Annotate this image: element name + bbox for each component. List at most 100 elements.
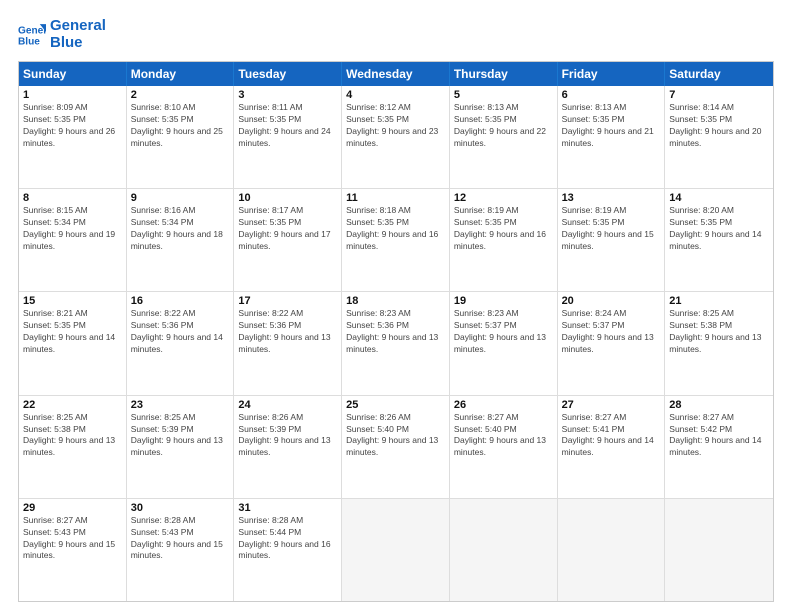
calendar-cell: 7 Sunrise: 8:14 AM Sunset: 5:35 PM Dayli… xyxy=(665,86,773,188)
sunset-label: Sunset: 5:35 PM xyxy=(669,114,732,124)
day-info: Sunrise: 8:28 AM Sunset: 5:44 PM Dayligh… xyxy=(238,515,337,563)
daylight-label: Daylight: 9 hours and 14 minutes. xyxy=(669,435,761,457)
sunset-label: Sunset: 5:35 PM xyxy=(454,114,517,124)
day-info: Sunrise: 8:26 AM Sunset: 5:39 PM Dayligh… xyxy=(238,412,337,460)
sunrise-label: Sunrise: 8:23 AM xyxy=(454,308,519,318)
sunrise-label: Sunrise: 8:21 AM xyxy=(23,308,88,318)
day-info: Sunrise: 8:28 AM Sunset: 5:43 PM Dayligh… xyxy=(131,515,230,563)
daylight-label: Daylight: 9 hours and 16 minutes. xyxy=(346,229,438,251)
page-header: General Blue GeneralBlue xyxy=(18,18,774,51)
daylight-label: Daylight: 9 hours and 13 minutes. xyxy=(346,435,438,457)
sunrise-label: Sunrise: 8:09 AM xyxy=(23,102,88,112)
calendar-cell xyxy=(342,499,450,601)
sunrise-label: Sunrise: 8:12 AM xyxy=(346,102,411,112)
calendar-cell: 25 Sunrise: 8:26 AM Sunset: 5:40 PM Dayl… xyxy=(342,396,450,498)
calendar-cell: 15 Sunrise: 8:21 AM Sunset: 5:35 PM Dayl… xyxy=(19,292,127,394)
sunrise-label: Sunrise: 8:10 AM xyxy=(131,102,196,112)
sunrise-label: Sunrise: 8:26 AM xyxy=(346,412,411,422)
daylight-label: Daylight: 9 hours and 13 minutes. xyxy=(669,332,761,354)
calendar-row: 29 Sunrise: 8:27 AM Sunset: 5:43 PM Dayl… xyxy=(19,498,773,601)
sunset-label: Sunset: 5:39 PM xyxy=(238,424,301,434)
calendar-cell: 18 Sunrise: 8:23 AM Sunset: 5:36 PM Dayl… xyxy=(342,292,450,394)
cal-header-day: Saturday xyxy=(665,62,773,86)
daylight-label: Daylight: 9 hours and 15 minutes. xyxy=(131,539,223,561)
daylight-label: Daylight: 9 hours and 14 minutes. xyxy=(23,332,115,354)
sunrise-label: Sunrise: 8:25 AM xyxy=(131,412,196,422)
day-number: 30 xyxy=(131,502,230,514)
calendar-body: 1 Sunrise: 8:09 AM Sunset: 5:35 PM Dayli… xyxy=(19,86,773,601)
day-number: 19 xyxy=(454,295,553,307)
sunset-label: Sunset: 5:35 PM xyxy=(562,114,625,124)
sunset-label: Sunset: 5:43 PM xyxy=(131,527,194,537)
day-number: 27 xyxy=(562,399,661,411)
cal-header-day: Wednesday xyxy=(342,62,450,86)
calendar-cell: 28 Sunrise: 8:27 AM Sunset: 5:42 PM Dayl… xyxy=(665,396,773,498)
daylight-label: Daylight: 9 hours and 13 minutes. xyxy=(454,332,546,354)
logo-icon: General Blue xyxy=(18,21,46,49)
cal-header-day: Tuesday xyxy=(234,62,342,86)
daylight-label: Daylight: 9 hours and 15 minutes. xyxy=(23,539,115,561)
day-number: 14 xyxy=(669,192,769,204)
day-info: Sunrise: 8:22 AM Sunset: 5:36 PM Dayligh… xyxy=(238,308,337,356)
daylight-label: Daylight: 9 hours and 18 minutes. xyxy=(131,229,223,251)
calendar-cell: 24 Sunrise: 8:26 AM Sunset: 5:39 PM Dayl… xyxy=(234,396,342,498)
sunrise-label: Sunrise: 8:20 AM xyxy=(669,205,734,215)
calendar-cell: 13 Sunrise: 8:19 AM Sunset: 5:35 PM Dayl… xyxy=(558,189,666,291)
calendar-cell: 26 Sunrise: 8:27 AM Sunset: 5:40 PM Dayl… xyxy=(450,396,558,498)
daylight-label: Daylight: 9 hours and 21 minutes. xyxy=(562,126,654,148)
calendar-cell: 12 Sunrise: 8:19 AM Sunset: 5:35 PM Dayl… xyxy=(450,189,558,291)
calendar-cell: 4 Sunrise: 8:12 AM Sunset: 5:35 PM Dayli… xyxy=(342,86,450,188)
day-number: 21 xyxy=(669,295,769,307)
day-number: 11 xyxy=(346,192,445,204)
daylight-label: Daylight: 9 hours and 26 minutes. xyxy=(23,126,115,148)
sunrise-label: Sunrise: 8:28 AM xyxy=(238,515,303,525)
sunrise-label: Sunrise: 8:26 AM xyxy=(238,412,303,422)
day-number: 6 xyxy=(562,89,661,101)
daylight-label: Daylight: 9 hours and 13 minutes. xyxy=(131,435,223,457)
calendar-cell: 23 Sunrise: 8:25 AM Sunset: 5:39 PM Dayl… xyxy=(127,396,235,498)
sunrise-label: Sunrise: 8:27 AM xyxy=(23,515,88,525)
svg-text:Blue: Blue xyxy=(18,36,40,47)
day-info: Sunrise: 8:25 AM Sunset: 5:38 PM Dayligh… xyxy=(23,412,122,460)
sunset-label: Sunset: 5:35 PM xyxy=(454,217,517,227)
sunrise-label: Sunrise: 8:22 AM xyxy=(238,308,303,318)
calendar-cell: 20 Sunrise: 8:24 AM Sunset: 5:37 PM Dayl… xyxy=(558,292,666,394)
day-number: 7 xyxy=(669,89,769,101)
calendar-cell xyxy=(450,499,558,601)
day-number: 28 xyxy=(669,399,769,411)
day-number: 16 xyxy=(131,295,230,307)
daylight-label: Daylight: 9 hours and 25 minutes. xyxy=(131,126,223,148)
day-number: 8 xyxy=(23,192,122,204)
day-number: 3 xyxy=(238,89,337,101)
daylight-label: Daylight: 9 hours and 14 minutes. xyxy=(131,332,223,354)
daylight-label: Daylight: 9 hours and 13 minutes. xyxy=(346,332,438,354)
sunset-label: Sunset: 5:34 PM xyxy=(23,217,86,227)
daylight-label: Daylight: 9 hours and 13 minutes. xyxy=(238,332,330,354)
day-info: Sunrise: 8:25 AM Sunset: 5:39 PM Dayligh… xyxy=(131,412,230,460)
sunrise-label: Sunrise: 8:28 AM xyxy=(131,515,196,525)
calendar-cell: 31 Sunrise: 8:28 AM Sunset: 5:44 PM Dayl… xyxy=(234,499,342,601)
calendar: SundayMondayTuesdayWednesdayThursdayFrid… xyxy=(18,61,774,602)
day-info: Sunrise: 8:20 AM Sunset: 5:35 PM Dayligh… xyxy=(669,205,769,253)
calendar-cell: 16 Sunrise: 8:22 AM Sunset: 5:36 PM Dayl… xyxy=(127,292,235,394)
sunset-label: Sunset: 5:40 PM xyxy=(346,424,409,434)
sunset-label: Sunset: 5:42 PM xyxy=(669,424,732,434)
daylight-label: Daylight: 9 hours and 13 minutes. xyxy=(238,435,330,457)
sunrise-label: Sunrise: 8:17 AM xyxy=(238,205,303,215)
sunset-label: Sunset: 5:39 PM xyxy=(131,424,194,434)
day-info: Sunrise: 8:19 AM Sunset: 5:35 PM Dayligh… xyxy=(562,205,661,253)
sunset-label: Sunset: 5:37 PM xyxy=(562,320,625,330)
sunset-label: Sunset: 5:35 PM xyxy=(131,114,194,124)
svg-text:General: General xyxy=(18,25,46,36)
daylight-label: Daylight: 9 hours and 13 minutes. xyxy=(454,435,546,457)
day-number: 2 xyxy=(131,89,230,101)
calendar-cell xyxy=(558,499,666,601)
daylight-label: Daylight: 9 hours and 19 minutes. xyxy=(23,229,115,251)
day-info: Sunrise: 8:18 AM Sunset: 5:35 PM Dayligh… xyxy=(346,205,445,253)
day-info: Sunrise: 8:27 AM Sunset: 5:41 PM Dayligh… xyxy=(562,412,661,460)
day-number: 10 xyxy=(238,192,337,204)
daylight-label: Daylight: 9 hours and 16 minutes. xyxy=(238,539,330,561)
day-number: 22 xyxy=(23,399,122,411)
cal-header-day: Friday xyxy=(558,62,666,86)
day-info: Sunrise: 8:23 AM Sunset: 5:37 PM Dayligh… xyxy=(454,308,553,356)
